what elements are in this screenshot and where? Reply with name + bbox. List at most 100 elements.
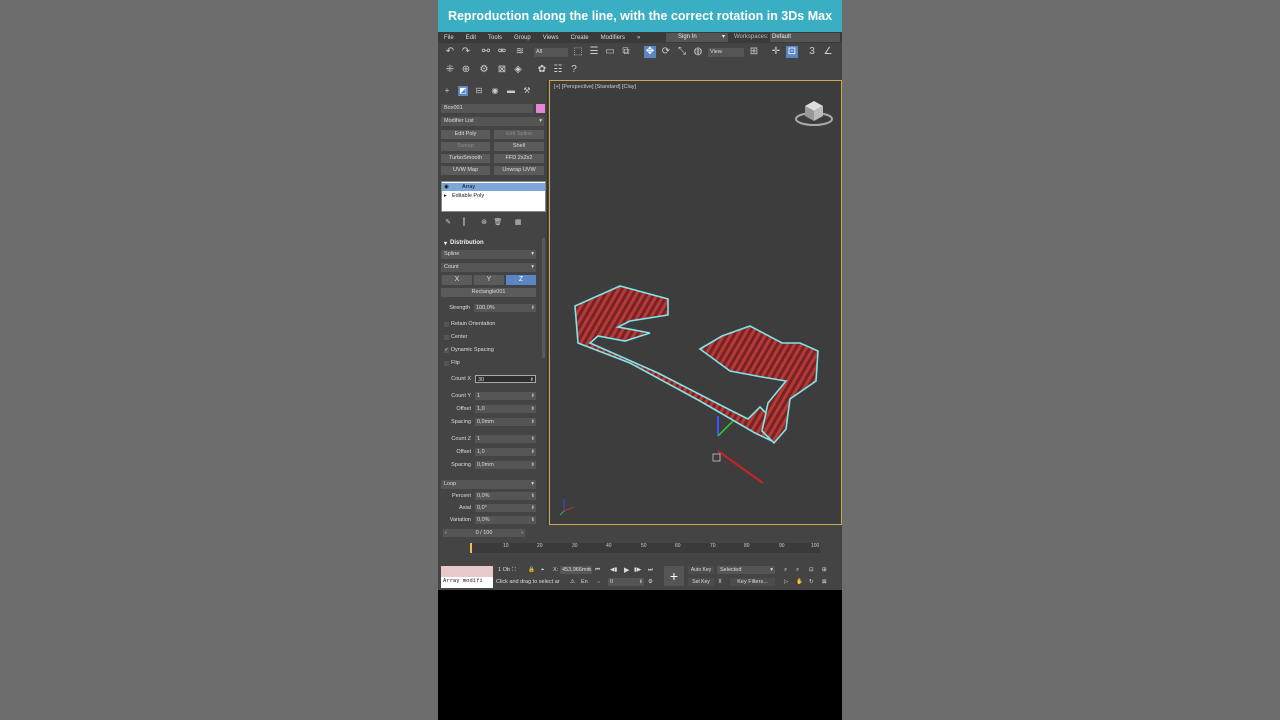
spacing-z-spinner[interactable]: 0,0mm: [475, 461, 536, 469]
help-icon[interactable]: ?: [568, 64, 580, 76]
select-object-icon[interactable]: ⬚: [572, 46, 584, 58]
placement-icon[interactable]: ◍: [692, 46, 704, 58]
scene-explorer-icon[interactable]: ✿: [536, 64, 548, 76]
spacing-y-spinner[interactable]: 0,0mm: [475, 418, 536, 426]
prev-frame-icon[interactable]: ◀▮: [610, 567, 617, 573]
display-tab-icon[interactable]: ▬: [506, 86, 516, 96]
distribution-mode-dropdown[interactable]: Spline ▾: [441, 250, 536, 259]
axis-x-button[interactable]: X: [442, 275, 472, 285]
maximize-viewport-icon[interactable]: ⊠: [822, 579, 827, 585]
zoom-extents-icon[interactable]: ⊡: [809, 567, 814, 573]
menu-edit[interactable]: Edit: [460, 35, 482, 41]
offset-z-spinner[interactable]: 1,0: [475, 448, 536, 456]
key-filters-button[interactable]: Key Filters...: [730, 578, 775, 586]
material-editor-icon[interactable]: ◈: [512, 64, 524, 76]
rollout-arrow-icon[interactable]: ▾: [444, 240, 447, 247]
gizmo-x-axis[interactable]: [717, 450, 764, 484]
stack-item-array[interactable]: ◉ Array: [442, 183, 545, 191]
strength-spinner[interactable]: 100,0%: [474, 304, 536, 312]
layer-explorer-icon[interactable]: ☷: [552, 64, 564, 76]
distribution-type-dropdown[interactable]: Count ▾: [441, 263, 536, 272]
chevron-right-icon[interactable]: ›: [521, 529, 523, 537]
reference-coordinate-dropdown[interactable]: View: [708, 48, 744, 57]
axis-y-button[interactable]: Y: [474, 275, 504, 285]
absolute-mode-icon[interactable]: ⌖: [541, 567, 544, 574]
rotate-icon[interactable]: ⟳: [660, 46, 672, 58]
grid-icon[interactable]: ⁜: [444, 64, 456, 76]
link-icon[interactable]: ⚯: [480, 46, 492, 58]
next-frame-icon[interactable]: ▮▶: [634, 567, 641, 573]
variation-spinner[interactable]: 0,0%: [475, 516, 536, 524]
quick-modifier-shell[interactable]: Shell: [494, 142, 544, 151]
count-z-spinner[interactable]: 1: [475, 435, 536, 443]
make-unique-icon[interactable]: ⊛: [478, 217, 490, 229]
rect-region-icon[interactable]: ▭: [604, 46, 616, 58]
offset-y-spinner[interactable]: 1,0: [475, 405, 536, 413]
set-key-big-button[interactable]: +: [664, 566, 684, 586]
object-name-field[interactable]: Box001: [441, 104, 533, 113]
axial-spinner[interactable]: 0,0°: [475, 504, 536, 512]
orbit-icon[interactable]: ↻: [809, 579, 814, 585]
menu-overflow[interactable]: »: [631, 35, 646, 41]
axis-z-button[interactable]: Z: [506, 275, 536, 285]
timeline-cursor[interactable]: [470, 543, 472, 553]
keyboard-shortcut-override-icon[interactable]: ⊡: [786, 46, 798, 58]
mirror-icon[interactable]: ⚙: [478, 64, 490, 76]
hierarchy-tab-icon[interactable]: ⊟: [474, 86, 484, 96]
quick-modifier-edit-spline[interactable]: Edit Spline: [494, 130, 544, 139]
bind-spacewarp-icon[interactable]: ≋: [514, 46, 526, 58]
snap-toggle-icon[interactable]: 3: [806, 46, 818, 58]
perspective-viewport[interactable]: [+] [Perspective] [Standard] [Clay]: [549, 80, 842, 525]
show-end-result-icon[interactable]: ┃: [458, 217, 470, 229]
angle-snap-icon[interactable]: ∠: [822, 46, 834, 58]
quick-modifier-turbosmooth[interactable]: TurboSmooth: [441, 154, 490, 163]
key-set-dropdown[interactable]: Selected ▾: [717, 566, 775, 574]
unlink-icon[interactable]: ⚮: [496, 46, 508, 58]
current-frame-field[interactable]: 0: [608, 578, 644, 586]
loop-dropdown[interactable]: Loop ▾: [441, 480, 536, 489]
zoom-extents-all-icon[interactable]: ⊞: [822, 567, 827, 573]
select-manipulate-icon[interactable]: ✛: [770, 46, 782, 58]
eye-icon[interactable]: ◉: [444, 183, 449, 191]
quick-modifier-sweep[interactable]: Sweep: [441, 142, 490, 151]
undo-icon[interactable]: ↶: [444, 46, 456, 58]
menu-create[interactable]: Create: [565, 35, 595, 41]
quick-modifier-edit-poly[interactable]: Edit Poly: [441, 130, 490, 139]
distribution-rollout-title[interactable]: Distribution: [450, 240, 484, 246]
expand-arrow-icon[interactable]: ▸: [444, 192, 447, 200]
menu-file[interactable]: File: [438, 35, 460, 41]
configure-sets-icon[interactable]: ▦: [512, 217, 524, 229]
sign-in-dropdown[interactable]: Sign In ▾: [666, 33, 728, 42]
x-coord-field[interactable]: 453,966mm: [560, 566, 592, 574]
window-crossing-icon[interactable]: ⧉: [620, 46, 632, 58]
pin-stack-icon[interactable]: ✎: [442, 217, 454, 229]
quick-modifier-unwrap-uvw[interactable]: Unwrap UVW: [494, 166, 544, 175]
retain-orientation-checkbox[interactable]: [444, 322, 449, 327]
zoom-all-icon[interactable]: ⌕: [796, 567, 799, 574]
count-x-spinner[interactable]: 30: [475, 375, 536, 384]
flip-checkbox[interactable]: [444, 361, 449, 366]
key-mode-icon[interactable]: ⊼: [718, 579, 722, 585]
remove-modifier-icon[interactable]: 🗑: [492, 217, 504, 229]
quick-modifier-uvw-map[interactable]: UVW Map: [441, 166, 490, 175]
utilities-tab-icon[interactable]: ⚒: [522, 86, 532, 96]
menu-views[interactable]: Views: [537, 35, 565, 41]
play-icon[interactable]: ▶: [624, 566, 629, 574]
pan-icon[interactable]: ✋: [796, 579, 803, 585]
menu-modifiers[interactable]: Modifiers: [595, 35, 631, 41]
select-by-name-icon[interactable]: ☰: [588, 46, 600, 58]
center-checkbox[interactable]: [444, 335, 449, 340]
modifier-list-dropdown[interactable]: Modifier List ▾: [441, 117, 544, 126]
time-config-icon[interactable]: ⚙: [648, 579, 653, 585]
maxscript-input[interactable]: [441, 566, 493, 577]
adaptive-degradation-icon[interactable]: ⚠: [570, 579, 575, 585]
create-tab-icon[interactable]: +: [442, 86, 452, 96]
zoom-icon[interactable]: ⌕: [784, 567, 787, 574]
lock-icon[interactable]: 🔒: [528, 567, 535, 573]
align-icon[interactable]: ⊕: [460, 64, 472, 76]
field-of-view-icon[interactable]: ▷: [784, 579, 788, 585]
redo-icon[interactable]: ↷: [460, 46, 472, 58]
selection-filter-dropdown[interactable]: All: [534, 48, 568, 57]
set-key-button[interactable]: Set Key: [688, 578, 714, 586]
percent-spinner[interactable]: 0,0%: [475, 492, 536, 500]
